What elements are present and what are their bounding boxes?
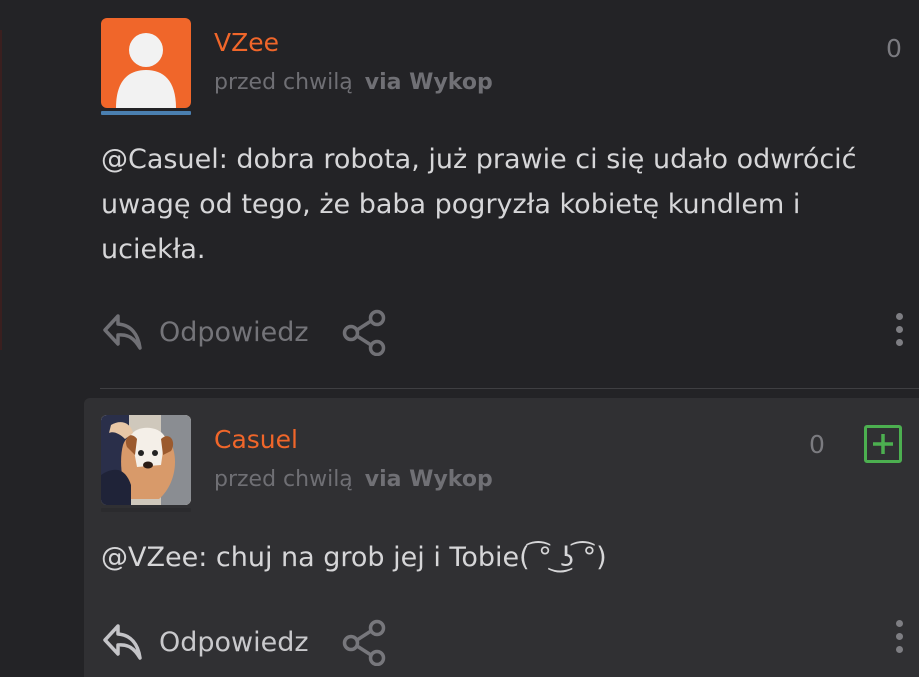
- avatar-underline: [101, 508, 191, 512]
- reply-button[interactable]: Odpowiedz: [101, 618, 389, 666]
- comment-body: @VZee: chuj na grob jej i Tobie( ͡° ͜ʖ ͡…: [101, 542, 607, 573]
- plus-icon[interactable]: [864, 425, 902, 463]
- username[interactable]: Casuel: [214, 425, 298, 454]
- comment-meta: przed chwilą via Wykop: [214, 70, 493, 95]
- reply-icon: [103, 314, 142, 350]
- comment-body: @Casuel: dobra robota, już prawie ci się…: [101, 144, 857, 265]
- reply-button[interactable]: Odpowiedz: [101, 308, 389, 356]
- vote-count: 0: [886, 34, 902, 63]
- avatar-underline: [101, 111, 191, 115]
- default-avatar-icon: [101, 18, 191, 108]
- reply-label: Odpowiedz: [159, 626, 309, 658]
- reply-comment: Casuel przed chwilą via Wykop 0 @VZee: ch…: [84, 398, 919, 677]
- reply-icon: [103, 624, 142, 660]
- comment: VZee przed chwilą via Wykop 0 @Casuel: do…: [0, 0, 919, 390]
- timestamp: przed chwilą: [214, 70, 353, 95]
- comment-meta: przed chwilą via Wykop: [214, 467, 493, 492]
- timestamp: przed chwilą: [214, 467, 353, 492]
- divider: [100, 388, 919, 389]
- more-options-icon[interactable]: [896, 620, 904, 653]
- via-source[interactable]: via Wykop: [365, 70, 493, 95]
- share-icon[interactable]: [341, 618, 389, 666]
- share-icon[interactable]: [341, 308, 389, 356]
- avatar[interactable]: [101, 18, 191, 115]
- reply-label: Odpowiedz: [159, 316, 309, 348]
- more-options-icon[interactable]: [896, 313, 904, 346]
- via-source[interactable]: via Wykop: [365, 467, 493, 492]
- avatar[interactable]: [101, 415, 191, 512]
- dog-photo-avatar-icon: [101, 415, 191, 505]
- username[interactable]: VZee: [214, 28, 279, 57]
- vote-count: 0: [809, 430, 825, 459]
